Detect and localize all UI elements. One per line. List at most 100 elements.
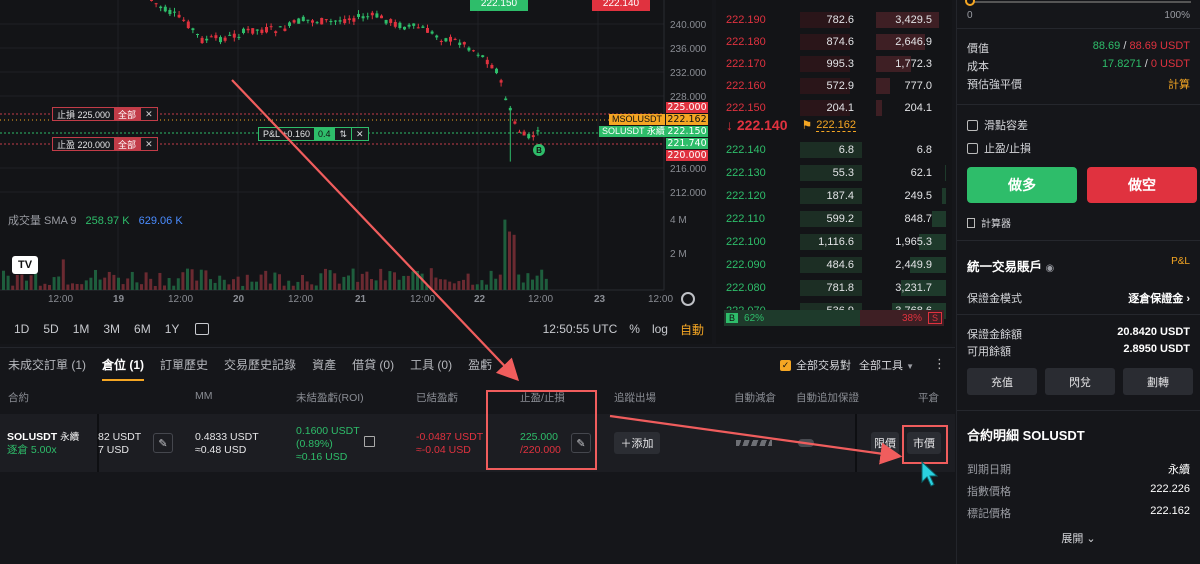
date-range-icon[interactable] xyxy=(195,323,210,335)
percent-toggle[interactable]: % xyxy=(629,322,640,336)
limit-close-button[interactable]: 限價 xyxy=(871,432,899,454)
share-icon[interactable] xyxy=(364,436,375,447)
bid-row[interactable]: 222.090 484.6 2,449.9 xyxy=(716,254,946,276)
long-button[interactable]: 做多 xyxy=(967,167,1077,203)
tab-0[interactable]: 未成交訂單 (1) xyxy=(8,356,86,373)
candle-body xyxy=(357,14,360,17)
timeframe-1y[interactable]: 1Y xyxy=(165,322,180,336)
close-icon[interactable]: ✕ xyxy=(140,108,157,120)
volume-bar xyxy=(204,270,208,290)
price-chart[interactable]: 222.150 222.140 240.000 236.000 232.000 228… xyxy=(0,0,712,344)
leverage-slider[interactable] xyxy=(965,0,1191,6)
checkbox-icon[interactable] xyxy=(967,119,978,131)
stop-loss-line[interactable]: 止損 225.000 全部 ✕ xyxy=(52,107,158,121)
clock[interactable]: 12:50:55 UTC xyxy=(543,322,618,336)
bid-row[interactable]: 222.130 55.3 62.1 xyxy=(716,162,946,184)
bid-row[interactable]: 222.120 187.4 249.5 xyxy=(716,185,946,207)
slider-handle[interactable] xyxy=(965,0,975,6)
tab-6[interactable]: 工具 (0) xyxy=(410,356,452,373)
close-icon[interactable]: ✕ xyxy=(140,138,157,150)
candlestick-chart[interactable] xyxy=(0,0,712,344)
volume-bar xyxy=(268,283,272,290)
volume-bar xyxy=(149,278,153,290)
candle-body xyxy=(467,47,471,51)
position-pnl-line[interactable]: P&L +0.160 0.4 ⇅ ✕ xyxy=(258,127,369,141)
column-header: 自動減倉 xyxy=(734,392,776,404)
tab-7[interactable]: 盈虧 xyxy=(468,356,492,373)
bid-price: 222.110 xyxy=(726,213,765,225)
tab-1[interactable]: 倉位 (1) xyxy=(102,356,145,381)
take-profit-line[interactable]: 止盈 220.000 全部 ✕ xyxy=(52,137,158,151)
bid-total: 62.1 xyxy=(910,167,932,179)
tab-2[interactable]: 訂單歷史 xyxy=(160,356,208,373)
volume-bar xyxy=(199,269,203,290)
candle-body xyxy=(283,28,287,31)
volume-bar xyxy=(485,284,488,290)
unrealized-pnl-cell: 0.1600 USDT (0.89%) ≈0.16 USD xyxy=(296,425,360,463)
price-tag: 225.000 xyxy=(666,102,708,113)
edit-margin-icon[interactable]: ✎ xyxy=(153,433,173,453)
stop-loss-all[interactable]: 全部 xyxy=(114,108,141,120)
add-trailing-button[interactable]: ＋添加 xyxy=(614,432,660,454)
deposit-button[interactable]: 充值 xyxy=(967,368,1037,395)
last-symbol-tag: SOLUSDT 永續 xyxy=(599,126,668,137)
transfer-button[interactable]: 劃轉 xyxy=(1123,368,1193,395)
volume-bar xyxy=(448,281,452,290)
stop-loss-label: 止損 225.000 xyxy=(57,109,111,120)
candle-body xyxy=(370,12,374,16)
timeframe-3m[interactable]: 3M xyxy=(103,322,120,336)
margin-mode-value[interactable]: 逐倉保證金 › xyxy=(1128,290,1190,306)
more-icon[interactable]: ⋮ xyxy=(933,356,946,372)
reverse-icon[interactable]: ⇅ xyxy=(334,128,351,140)
timeframe-1m[interactable]: 1M xyxy=(73,322,90,336)
candle-body xyxy=(504,98,508,101)
liq-calc-link[interactable]: 計算 xyxy=(1168,76,1190,92)
all-tools-dropdown[interactable]: 全部工具 ▼ xyxy=(859,357,914,373)
bid-row[interactable]: 222.110 599.2 848.7 xyxy=(716,208,946,230)
slippage-checkbox[interactable]: 滑點容差 xyxy=(967,117,1028,133)
take-profit-all[interactable]: 全部 xyxy=(114,138,141,150)
volume-indicator-label[interactable]: 成交量 SMA 9 258.97 K 629.06 K xyxy=(8,212,183,228)
eye-icon[interactable]: ◉ xyxy=(1046,263,1055,274)
candle-body xyxy=(246,28,250,31)
checkbox-checked-icon[interactable]: ✓ xyxy=(780,359,791,371)
short-button[interactable]: 做空 xyxy=(1087,167,1197,203)
all-pairs-checkbox[interactable]: ✓ 全部交易對 xyxy=(780,357,851,373)
calculator-link[interactable]: 計算器 xyxy=(967,215,1011,230)
candle-body xyxy=(320,17,324,25)
expand-link[interactable]: 展開 ⌄ xyxy=(957,530,1200,546)
candle-body xyxy=(380,15,383,19)
total-depth-bar xyxy=(876,100,882,116)
bid-row[interactable]: 222.080 781.8 3,231.7 xyxy=(716,277,946,299)
ask-row[interactable]: 222.170 995.3 1,772.3 xyxy=(716,53,946,75)
market-close-highlight xyxy=(902,425,948,464)
chart-buy-price[interactable]: 222.150 xyxy=(470,0,528,11)
timeframe-1d[interactable]: 1D xyxy=(14,322,29,336)
tab-5[interactable]: 借貸 (0) xyxy=(352,356,394,373)
tab-4[interactable]: 資產 xyxy=(312,356,336,373)
ask-row[interactable]: 222.190 782.6 3,429.5 xyxy=(716,9,946,31)
bid-row[interactable]: 222.140 6.8 6.8 xyxy=(716,139,946,161)
ask-row[interactable]: 222.160 572.9 777.0 xyxy=(716,75,946,97)
symbol-cell[interactable]: SOLUSDT 永續 逐倉 5.00x xyxy=(7,431,79,457)
auto-toggle[interactable]: 自動 xyxy=(680,321,704,338)
timeframe-6m[interactable]: 6M xyxy=(134,322,151,336)
bid-row[interactable]: 222.100 1,116.6 1,965.3 xyxy=(716,231,946,253)
auto-margin-toggle[interactable] xyxy=(798,439,814,447)
candle-body xyxy=(453,38,457,40)
tab-3[interactable]: 交易歷史記錄 xyxy=(224,356,296,373)
margin-balance-value: 20.8420 USDT xyxy=(1117,326,1190,338)
ask-row[interactable]: 222.180 874.6 2,646.9 xyxy=(716,31,946,53)
candle-body xyxy=(265,27,268,33)
chart-sell-price[interactable]: 222.140 xyxy=(592,0,650,11)
volume-bar xyxy=(38,285,42,290)
tpsl-checkbox[interactable]: 止盈/止損 xyxy=(967,140,1031,156)
log-toggle[interactable]: log xyxy=(652,322,668,336)
settings-gear-icon[interactable] xyxy=(681,292,695,306)
convert-button[interactable]: 閃兌 xyxy=(1045,368,1115,395)
close-icon[interactable]: ✕ xyxy=(351,128,368,140)
timeframe-5d[interactable]: 5D xyxy=(43,322,58,336)
checkbox-icon[interactable] xyxy=(967,142,978,154)
pnl-link[interactable]: P&L xyxy=(1171,256,1190,275)
column-header: MM xyxy=(195,390,213,402)
